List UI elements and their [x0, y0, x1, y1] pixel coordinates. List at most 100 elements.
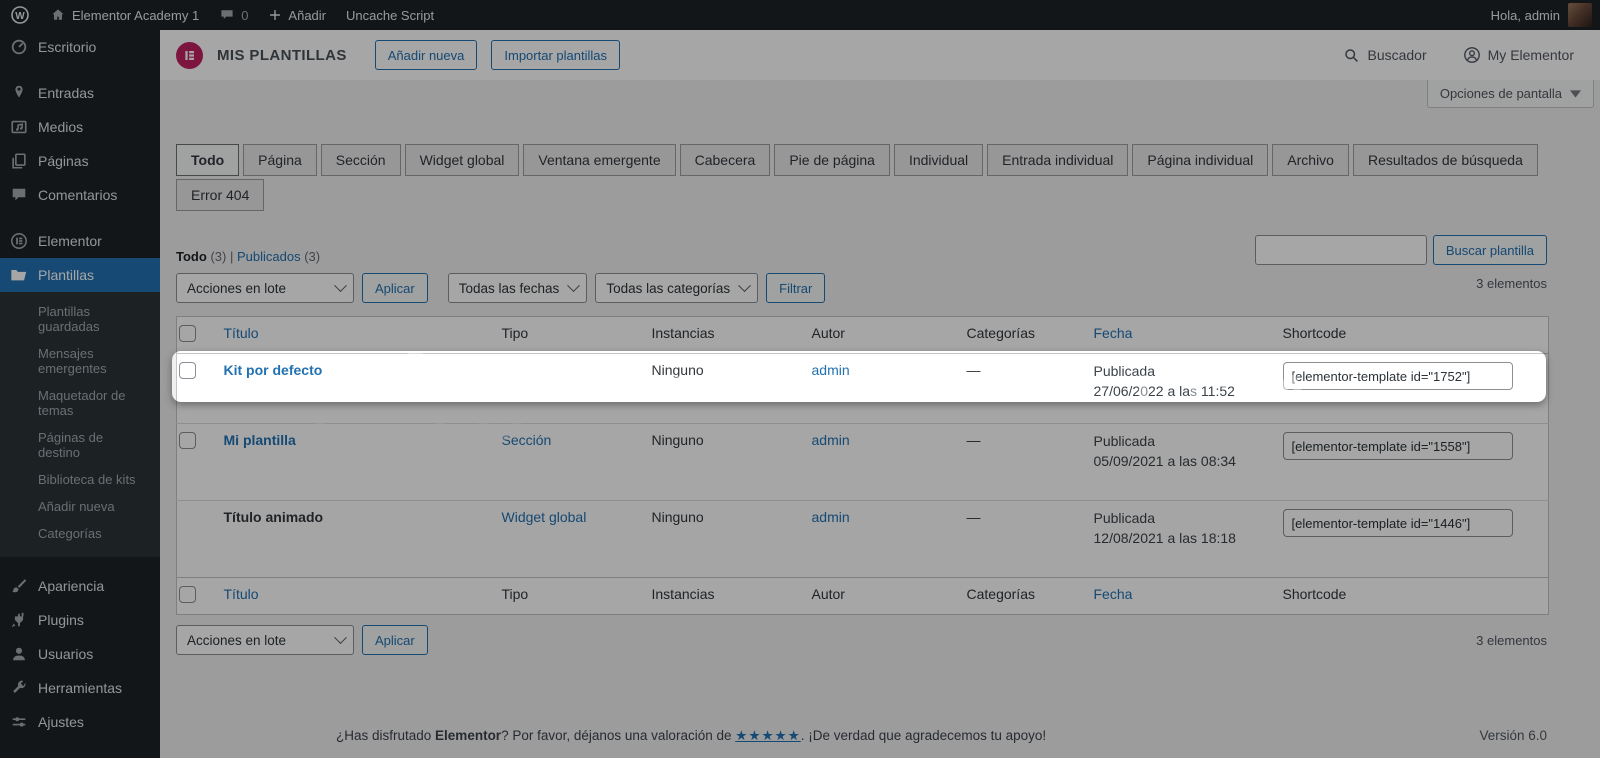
tab-resultados-busqueda[interactable]: Resultados de búsqueda	[1352, 144, 1538, 176]
my-elementor[interactable]: My Elementor	[1463, 46, 1574, 64]
sidebar-label: Plugins	[38, 612, 84, 628]
column-fecha-sort[interactable]: Fecha	[1094, 586, 1133, 602]
sidebar-collapse[interactable]: Cerrar menú	[0, 749, 160, 758]
tab-entrada-individual[interactable]: Entrada individual	[987, 144, 1129, 176]
five-stars-link[interactable]: ★★★★★	[735, 728, 801, 743]
account-greeting[interactable]: Hola, admin	[1491, 8, 1560, 23]
wordpress-logo-icon[interactable]: W	[0, 0, 40, 30]
comments-menu[interactable]: 0	[209, 0, 258, 30]
sidebar-item-entradas[interactable]: Entradas	[0, 76, 160, 110]
template-type-link[interactable]: Widget global	[502, 509, 587, 525]
submenu-biblioteca-de-kits[interactable]: Biblioteca de kits	[0, 466, 160, 493]
uncache-script-menu[interactable]: Uncache Script	[336, 0, 444, 30]
apply-button[interactable]: Aplicar	[362, 273, 428, 303]
tab-todo[interactable]: Todo	[176, 144, 240, 176]
sidebar-item-herramientas[interactable]: Herramientas	[0, 671, 160, 705]
elementor-header-bar: MIS PLANTILLAS Añadir nueva Importar pla…	[160, 30, 1600, 80]
column-titulo-sort[interactable]: Título	[224, 586, 259, 602]
view-all-count: (3)	[210, 249, 227, 264]
table-header-row: Título Tipo Instancias Autor Categorías …	[176, 317, 1549, 354]
tab-error-404[interactable]: Error 404	[176, 179, 265, 211]
screen-options-toggle[interactable]: Opciones de pantalla	[1426, 80, 1594, 108]
plantillas-submenu: Plantillas guardadas Mensajes emergentes…	[0, 292, 160, 557]
triangle-down-icon	[1570, 89, 1581, 98]
submenu-anadir-nueva[interactable]: Añadir nueva	[0, 493, 160, 520]
template-date: 05/09/2021 a las 08:34	[1093, 452, 1236, 469]
avatar[interactable]	[1568, 3, 1592, 27]
template-title-link[interactable]: Mi plantilla	[224, 432, 296, 448]
site-menu[interactable]: Elementor Academy 1	[40, 0, 209, 30]
sidebar-label: Herramientas	[38, 680, 123, 696]
submenu-mensajes-emergentes[interactable]: Mensajes emergentes	[0, 340, 160, 382]
template-status: Publicada	[1093, 363, 1156, 379]
tab-ventana-emergente[interactable]: Ventana emergente	[523, 144, 676, 176]
filter-button[interactable]: Filtrar	[766, 273, 826, 303]
tab-archivo[interactable]: Archivo	[1272, 144, 1349, 176]
column-categorias: Categorías	[966, 586, 1035, 602]
sidebar-label: Ajustes	[38, 714, 84, 730]
column-fecha-sort[interactable]: Fecha	[1094, 325, 1133, 341]
svg-text:W: W	[15, 11, 25, 22]
bulk-actions-value: Acciones en lote	[187, 280, 287, 296]
tab-widget-global[interactable]: Widget global	[404, 144, 520, 176]
sidebar-item-comentarios[interactable]: Comentarios	[0, 178, 160, 212]
template-author-link[interactable]: admin	[812, 432, 850, 448]
shortcode-field[interactable]	[1282, 432, 1513, 460]
categories-filter-select[interactable]: Todas las categorías	[595, 273, 759, 303]
template-date: 12/08/2021 a las 18:18	[1093, 529, 1236, 546]
sidebar-item-plugins[interactable]: Plugins	[0, 603, 160, 637]
submenu-maquetador-de-temas[interactable]: Maquetador de temas	[0, 382, 160, 424]
submenu-paginas-de-destino[interactable]: Páginas de destino	[0, 424, 160, 466]
submenu-plantillas-guardadas[interactable]: Plantillas guardadas	[0, 298, 160, 340]
template-type-link[interactable]: Sección	[502, 432, 552, 448]
select-all-checkbox[interactable]	[179, 586, 196, 603]
column-tipo: Tipo	[501, 325, 529, 341]
sidebar-label: Medios	[38, 119, 84, 135]
sidebar-item-paginas[interactable]: Páginas	[0, 144, 160, 178]
sidebar-item-plantillas[interactable]: Plantillas	[0, 258, 160, 292]
tab-seccion[interactable]: Sección	[320, 144, 401, 176]
settings-sliders-icon	[12, 717, 26, 727]
main-content: MIS PLANTILLAS Añadir nueva Importar pla…	[160, 30, 1600, 758]
add-new-button[interactable]: Añadir nueva	[374, 40, 478, 70]
sidebar-label: Comentarios	[38, 187, 118, 203]
admin-footer: ¿Has disfrutado Elementor? Por favor, dé…	[336, 728, 1547, 744]
bulk-actions-select[interactable]: Acciones en lote	[176, 273, 354, 303]
shortcode-field[interactable]	[1282, 509, 1513, 537]
submenu-categorias[interactable]: Categorías	[0, 520, 160, 547]
apply-button-bottom[interactable]: Aplicar	[362, 625, 428, 655]
template-author-link[interactable]: admin	[812, 509, 850, 525]
new-content-menu[interactable]: Añadir	[258, 0, 336, 30]
dates-filter-value: Todas las fechas	[458, 280, 560, 296]
view-published[interactable]: Publicados	[237, 249, 301, 264]
row-checkbox[interactable]	[179, 362, 196, 379]
tab-individual[interactable]: Individual	[893, 144, 984, 176]
chevron-down-icon	[334, 630, 347, 644]
search-templates-button[interactable]: Buscar plantilla	[1432, 235, 1547, 265]
sidebar-item-usuarios[interactable]: Usuarios	[0, 637, 160, 671]
sidebar-item-escritorio[interactable]: Escritorio	[0, 30, 160, 64]
sidebar-item-ajustes[interactable]: Ajustes	[0, 705, 160, 739]
tab-cabecera[interactable]: Cabecera	[679, 144, 771, 176]
select-all-checkbox[interactable]	[179, 325, 196, 342]
sidebar-item-elementor[interactable]: Elementor	[0, 224, 160, 258]
column-titulo-sort[interactable]: Título	[224, 325, 259, 341]
template-title-link[interactable]: Kit por defecto	[224, 362, 323, 378]
view-all[interactable]: Todo	[176, 249, 207, 264]
template-author-link[interactable]: admin	[812, 362, 850, 378]
template-instances: Ninguno	[651, 509, 704, 525]
dates-filter-select[interactable]: Todas las fechas	[447, 273, 588, 303]
categories-filter-value: Todas las categorías	[606, 280, 731, 296]
bulk-actions-select-bottom[interactable]: Acciones en lote	[176, 625, 354, 655]
tab-pagina[interactable]: Página	[243, 144, 317, 176]
tab-pie-de-pagina[interactable]: Pie de página	[774, 144, 890, 176]
search-templates-input[interactable]	[1254, 235, 1427, 265]
import-templates-button[interactable]: Importar plantillas	[491, 40, 620, 70]
tab-pagina-individual[interactable]: Página individual	[1132, 144, 1269, 176]
header-search[interactable]: Buscador	[1343, 47, 1427, 64]
shortcode-field[interactable]	[1282, 362, 1513, 390]
row-checkbox[interactable]	[179, 432, 196, 449]
my-elementor-label: My Elementor	[1487, 47, 1574, 63]
sidebar-item-apariencia[interactable]: Apariencia	[0, 569, 160, 603]
sidebar-item-medios[interactable]: Medios	[0, 110, 160, 144]
